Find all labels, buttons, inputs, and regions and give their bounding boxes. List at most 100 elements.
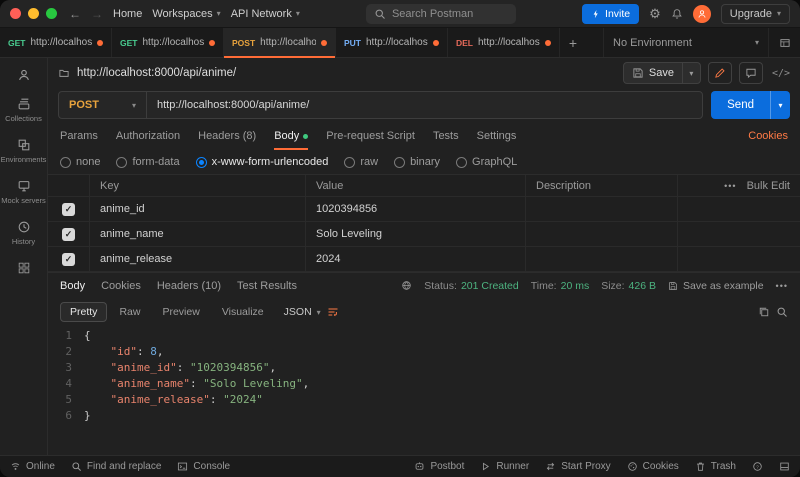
kv-description-cell[interactable] bbox=[526, 222, 678, 246]
request-tab-params[interactable]: Params bbox=[60, 122, 98, 150]
zoom-window-button[interactable] bbox=[46, 8, 57, 19]
api-network-label: API Network bbox=[230, 7, 292, 20]
view-tab-visualize[interactable]: Visualize bbox=[212, 302, 274, 322]
view-tab-pretty[interactable]: Pretty bbox=[60, 302, 108, 322]
sidebar-item[interactable] bbox=[0, 261, 47, 275]
row-checkbox[interactable]: ✓ bbox=[62, 202, 75, 216]
cookies-link[interactable]: Cookies bbox=[748, 130, 788, 142]
save-dropdown-button[interactable]: ▾ bbox=[681, 63, 700, 83]
response-tab-body[interactable]: Body bbox=[60, 280, 85, 292]
sidebar: Collections Environments Mock servers Histo… bbox=[0, 58, 48, 455]
search-response-button[interactable] bbox=[776, 306, 788, 318]
request-tab[interactable]: DEL http://localhost:8000/a bbox=[448, 28, 560, 57]
sidebar-item-environments[interactable]: Environments bbox=[0, 138, 47, 164]
user-avatar[interactable] bbox=[692, 4, 711, 23]
environment-selector[interactable]: No Environment ▾ bbox=[603, 28, 768, 57]
table-more-button[interactable]: ••• bbox=[724, 181, 736, 191]
statusbar-console[interactable]: Console bbox=[177, 461, 230, 472]
request-tab[interactable]: POST http://localhost:8000/i bbox=[224, 28, 336, 58]
settings-gear-icon[interactable]: ⚙ bbox=[649, 7, 661, 20]
response-tab-test-results[interactable]: Test Results bbox=[237, 280, 297, 292]
edit-request-button[interactable] bbox=[707, 62, 732, 84]
statusbar-start-proxy[interactable]: Start Proxy bbox=[545, 461, 611, 472]
body-type-none[interactable]: none bbox=[60, 156, 100, 168]
upgrade-button[interactable]: Upgrade ▾ bbox=[720, 3, 791, 24]
request-tab-authorization[interactable]: Authorization bbox=[116, 122, 180, 150]
body-type-raw[interactable]: raw bbox=[344, 156, 378, 168]
global-search-input[interactable]: Search Postman bbox=[365, 3, 516, 24]
tab-url-label: http://localhost:8000/a bbox=[366, 37, 428, 48]
home-link[interactable]: Home bbox=[113, 8, 142, 20]
invite-button[interactable]: Invite bbox=[582, 3, 640, 24]
kv-key-cell[interactable]: anime_name bbox=[90, 222, 306, 246]
kv-value-cell[interactable]: 2024 bbox=[306, 247, 526, 271]
request-tab-tests[interactable]: Tests bbox=[433, 122, 459, 150]
send-button[interactable]: Send bbox=[711, 91, 770, 119]
response-more-button[interactable]: ••• bbox=[776, 281, 788, 291]
statusbar-trash[interactable]: Trash bbox=[695, 461, 736, 472]
url-input[interactable] bbox=[147, 92, 703, 118]
save-button[interactable]: Save bbox=[624, 63, 682, 83]
sidebar-item-collections[interactable]: Collections bbox=[0, 97, 47, 123]
response-body-code[interactable]: 1{2 "id": 8, 3 "anime_id": "1020394856", 4… bbox=[48, 326, 800, 455]
back-button[interactable]: ← bbox=[69, 7, 81, 21]
statusbar-runner[interactable]: Runner bbox=[480, 461, 529, 472]
send-dropdown-button[interactable]: ▾ bbox=[770, 91, 790, 119]
comments-button[interactable] bbox=[738, 62, 763, 84]
save-as-example-button[interactable]: Save as example bbox=[668, 280, 764, 292]
kv-value-cell[interactable]: 1020394856 bbox=[306, 197, 526, 221]
row-checkbox[interactable]: ✓ bbox=[62, 227, 75, 241]
api-network-menu[interactable]: API Network ▾ bbox=[231, 8, 300, 20]
request-tab-settings[interactable]: Settings bbox=[477, 122, 517, 150]
help-icon[interactable]: ? bbox=[752, 461, 763, 472]
new-tab-button[interactable]: + bbox=[560, 28, 586, 57]
kv-key-cell[interactable]: anime_release bbox=[90, 247, 306, 271]
kv-description-cell[interactable] bbox=[526, 197, 678, 221]
postman-window: ← → Home Workspaces ▾ API Network ▾ Search… bbox=[0, 0, 800, 477]
sidebar-item-label: Mock servers bbox=[1, 196, 46, 205]
request-tab-body[interactable]: Body bbox=[274, 122, 309, 150]
bulk-edit-button[interactable]: Bulk Edit bbox=[747, 180, 790, 192]
request-tab[interactable]: PUT http://localhost:8000/a bbox=[336, 28, 448, 57]
key-column-header: Key bbox=[90, 175, 306, 196]
statusbar-find-and-replace[interactable]: Find and replace bbox=[71, 461, 161, 472]
code-snippet-button[interactable]: </> bbox=[772, 68, 790, 79]
kv-value-cell[interactable]: Solo Leveling bbox=[306, 222, 526, 246]
environment-quick-look-button[interactable] bbox=[768, 28, 800, 57]
format-selector[interactable]: JSON ▾ bbox=[284, 306, 321, 318]
main-panel: http://localhost:8000/api/anime/ Save ▾ … bbox=[48, 58, 800, 455]
sidebar-item-history[interactable]: History bbox=[0, 220, 47, 246]
forward-button[interactable]: → bbox=[91, 7, 103, 21]
method-selector[interactable]: POST ▾ bbox=[59, 92, 147, 118]
body-type-x-www-form-urlencoded[interactable]: x-www-form-urlencoded bbox=[195, 156, 328, 168]
wrap-lines-button[interactable] bbox=[327, 306, 339, 318]
request-tab[interactable]: GET http://localhost:8000/a bbox=[112, 28, 224, 57]
body-type-form-data[interactable]: form-data bbox=[116, 156, 180, 168]
kv-description-cell[interactable] bbox=[526, 247, 678, 271]
close-window-button[interactable] bbox=[10, 8, 21, 19]
sidebar-item-mock-servers[interactable]: Mock servers bbox=[0, 179, 47, 205]
view-tab-preview[interactable]: Preview bbox=[152, 302, 209, 322]
view-tab-raw[interactable]: Raw bbox=[109, 302, 150, 322]
save-button-group: Save ▾ bbox=[622, 62, 701, 84]
request-tab-pre-request-script[interactable]: Pre-request Script bbox=[326, 122, 415, 150]
response-tab-headers-10[interactable]: Headers (10) bbox=[157, 280, 221, 292]
request-tab[interactable]: GET http://localhost:8000/a bbox=[0, 28, 112, 57]
statusbar-online[interactable]: Online bbox=[10, 461, 55, 472]
bottom-panel-toggle-icon[interactable] bbox=[779, 461, 790, 472]
request-tab-headers-8[interactable]: Headers (8) bbox=[198, 122, 256, 150]
minimize-window-button[interactable] bbox=[28, 8, 39, 19]
row-checkbox[interactable]: ✓ bbox=[62, 252, 75, 266]
body-type-graphql[interactable]: GraphQL bbox=[456, 156, 517, 168]
sidebar-item[interactable] bbox=[0, 68, 47, 82]
copy-response-button[interactable] bbox=[758, 306, 770, 318]
body-type-binary[interactable]: binary bbox=[394, 156, 440, 168]
statusbar-postbot[interactable]: Postbot bbox=[414, 461, 464, 472]
request-tab-label: Body bbox=[274, 130, 300, 142]
statusbar-cookies[interactable]: Cookies bbox=[627, 461, 679, 472]
notifications-bell-icon[interactable] bbox=[671, 8, 683, 20]
breadcrumb[interactable]: http://localhost:8000/api/anime/ bbox=[77, 67, 236, 79]
workspaces-menu[interactable]: Workspaces ▾ bbox=[152, 8, 220, 20]
response-tab-cookies[interactable]: Cookies bbox=[101, 280, 141, 292]
kv-key-cell[interactable]: anime_id bbox=[90, 197, 306, 221]
